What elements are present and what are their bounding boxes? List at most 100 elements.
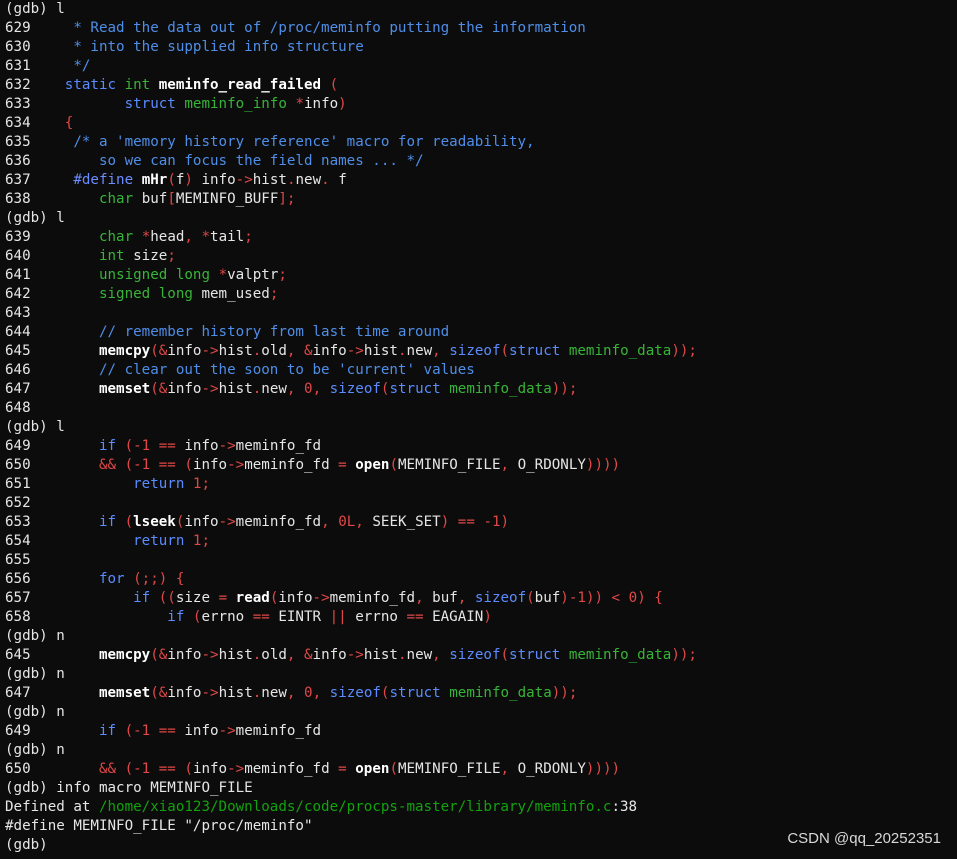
- code-token: ->: [227, 457, 245, 473]
- code-token: struct: [509, 647, 569, 663]
- csdn-watermark: CSDN @qq_20252351: [787, 830, 941, 847]
- code-token: hist: [218, 343, 253, 359]
- code-token: )) <: [585, 590, 629, 606]
- code-token: (gdb) l: [5, 419, 65, 435]
- code-token: ): [338, 96, 347, 112]
- code-token: memset: [98, 685, 151, 701]
- code-token: EAGAIN: [432, 609, 484, 625]
- code-token: ,: [355, 514, 373, 530]
- code-token: ];: [278, 191, 296, 207]
- code-token: .: [252, 343, 262, 359]
- code-token: , &: [286, 343, 313, 359]
- code-token: info: [167, 343, 202, 359]
- code-token: 0: [628, 590, 638, 606]
- terminal-line: 657 if ((size = read (info->meminfo_fd, b…: [5, 589, 955, 608]
- code-token: hist: [252, 172, 287, 188]
- code-token: (gdb) l: [5, 210, 65, 226]
- code-token: meminfo_data: [449, 685, 552, 701]
- code-token: return: [133, 476, 193, 492]
- code-token: -1: [483, 514, 501, 530]
- terminal-line: Defined at /home/xiao123/Downloads/code/…: [5, 798, 955, 817]
- code-token: -1: [133, 438, 159, 454]
- code-token: hist: [218, 381, 253, 397]
- code-token: (;;) {: [133, 571, 185, 587]
- code-token: int: [98, 248, 134, 264]
- code-token: =: [338, 761, 356, 777]
- terminal-line: 649 if (-1 == info->meminfo_fd: [5, 722, 955, 741]
- code-token: size: [133, 248, 168, 264]
- code-token: ));: [671, 343, 697, 359]
- code-token: hist: [363, 647, 398, 663]
- code-token: 649: [5, 723, 99, 739]
- code-token: info: [201, 172, 236, 188]
- terminal-line: (gdb) n: [5, 741, 955, 760]
- code-token: /home/xiao123/Downloads/code/procps-mast…: [98, 799, 612, 815]
- code-token: if: [167, 609, 193, 625]
- code-token: #define: [73, 172, 142, 188]
- code-token: ;: [167, 248, 176, 264]
- code-token: 633: [5, 96, 125, 112]
- code-token: hist: [363, 343, 398, 359]
- code-token: 645: [5, 647, 99, 663]
- code-token: ->: [227, 761, 245, 777]
- code-token: memcpy: [98, 343, 151, 359]
- code-token: ,: [321, 514, 339, 530]
- code-token: =: [218, 590, 236, 606]
- code-token: MEMINFO_BUFF: [175, 191, 279, 207]
- code-token: meminfo_fd: [244, 761, 339, 777]
- terminal-line: 652: [5, 494, 955, 513]
- code-token: 638: [5, 191, 99, 207]
- terminal-line: 638 char buf[MEMINFO_BUFF];: [5, 190, 955, 209]
- code-token: .: [397, 647, 407, 663]
- code-token: buf: [534, 590, 561, 606]
- terminal-line: (gdb) info macro MEMINFO_FILE: [5, 779, 955, 798]
- code-token: ,: [500, 761, 518, 777]
- code-token: (: [124, 514, 134, 530]
- code-token: (&: [150, 685, 168, 701]
- code-token: (: [526, 590, 535, 606]
- code-token: 651: [5, 476, 134, 492]
- code-token: 0: [304, 381, 313, 397]
- code-token: valptr: [227, 267, 279, 283]
- terminal-line: 633 struct meminfo_info *info): [5, 95, 955, 114]
- code-token: meminfo_fd: [329, 590, 416, 606]
- code-token: (gdb) info macro MEMINFO_FILE: [5, 780, 253, 796]
- code-token: struct: [389, 685, 450, 701]
- code-token: ->: [218, 514, 236, 530]
- code-token: 648: [5, 400, 31, 416]
- code-token: so we can focus the field names ... */: [98, 153, 424, 169]
- code-token: )))): [585, 457, 621, 473]
- code-token: ): [184, 172, 202, 188]
- code-token: ,: [312, 381, 330, 397]
- terminal-line: 656 for (;;) {: [5, 570, 955, 589]
- code-token: info: [184, 514, 219, 530]
- code-token: 634: [5, 115, 65, 131]
- terminal-line: 658 if (errno == EINTR || errno == EAGAI…: [5, 608, 955, 627]
- code-token: meminfo_data: [449, 381, 552, 397]
- code-token: :38: [611, 799, 638, 815]
- terminal-line: 651 return 1;: [5, 475, 955, 494]
- code-token: meminfo_info: [184, 96, 296, 112]
- code-token: ,: [415, 590, 433, 606]
- code-token: MEMINFO_FILE: [397, 761, 501, 777]
- code-token: sizeof: [449, 647, 501, 663]
- code-token: char: [98, 191, 142, 207]
- code-token: ==: [158, 723, 185, 739]
- code-token: ->: [235, 172, 253, 188]
- terminal-output[interactable]: (gdb) l 629 * Read the data out of /proc/…: [5, 0, 955, 855]
- terminal-line: 634 {: [5, 114, 955, 133]
- code-token: sizeof: [449, 343, 501, 359]
- code-token: -1: [568, 590, 586, 606]
- code-token: new: [261, 685, 287, 701]
- code-token: ->: [346, 343, 364, 359]
- code-token: ,: [312, 685, 330, 701]
- code-token: , &: [286, 647, 313, 663]
- code-token: *: [218, 267, 228, 283]
- code-token: ,: [286, 381, 305, 397]
- code-token: ));: [551, 685, 578, 701]
- terminal-line: 644 // remember history from last time a…: [5, 323, 955, 342]
- terminal-line: 635 /* a 'memory history reference' macr…: [5, 133, 955, 152]
- code-token: 635: [5, 134, 74, 150]
- code-token: =: [338, 457, 356, 473]
- code-token: struct: [124, 96, 185, 112]
